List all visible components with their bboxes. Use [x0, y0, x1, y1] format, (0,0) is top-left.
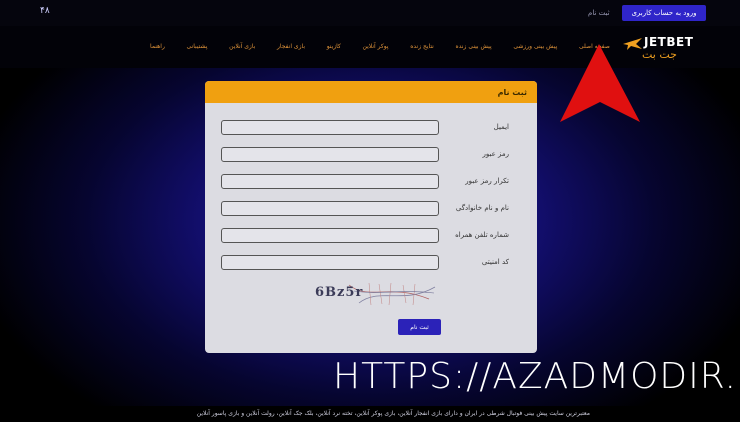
- confirm-password-row: تکرار رمز عبور: [205, 174, 537, 192]
- language-selector[interactable]: ۴۸: [40, 6, 50, 16]
- top-bar: ۴۸ ثبت نام ورود به حساب کاربری: [0, 0, 740, 26]
- nav-item-support[interactable]: پشتیبانی: [187, 43, 208, 55]
- full-name-field[interactable]: [221, 201, 439, 216]
- password-label: رمز عبور: [482, 150, 509, 158]
- nav-item-live-results[interactable]: نتایج زنده: [410, 43, 434, 55]
- register-link[interactable]: ثبت نام: [588, 9, 610, 17]
- email-field[interactable]: [221, 120, 439, 135]
- password-row: رمز عبور: [205, 147, 537, 165]
- footer-text: معتبرترین سایت پیش بینی فوتبال شرطی در ا…: [196, 410, 590, 417]
- nav-item-sports[interactable]: پیش بینی ورزشی: [513, 43, 557, 55]
- nav-item-online-games[interactable]: بازی آنلاین: [229, 43, 255, 55]
- confirm-password-field[interactable]: [221, 174, 439, 189]
- submit-button[interactable]: ثبت نام: [398, 319, 441, 335]
- full-name-label: نام و نام خانوادگی: [455, 204, 509, 212]
- nav-item-casino[interactable]: کازینو: [327, 43, 341, 55]
- security-code-field[interactable]: [221, 255, 439, 270]
- security-code-label: کد امنیتی: [481, 258, 509, 266]
- registration-form: ثبت نام ایمیل رمز عبور تکرار رمز عبور نا…: [205, 81, 537, 353]
- nav-item-poker[interactable]: پوکر آنلاین: [363, 43, 389, 55]
- captcha-text: 6Bz5r: [315, 285, 364, 300]
- phone-label: شماره تلفن همراه: [455, 231, 509, 239]
- security-code-row: کد امنیتی: [205, 255, 537, 273]
- watermark-url: HTTPS://AZADMODIR.I: [333, 356, 740, 397]
- nav-item-help[interactable]: راهنما: [150, 43, 165, 55]
- form-title: ثبت نام: [205, 81, 537, 103]
- email-row: ایمیل: [205, 120, 537, 138]
- logo-persian: جت بت: [642, 48, 677, 61]
- footer: معتبرترین سایت پیش بینی فوتبال شرطی در ا…: [0, 406, 740, 422]
- password-field[interactable]: [221, 147, 439, 162]
- nav-item-live-bet[interactable]: پیش بینی زنده: [456, 43, 492, 55]
- logo-latin: JETBET: [644, 35, 694, 49]
- full-name-row: نام و نام خانوادگی: [205, 201, 537, 219]
- login-button[interactable]: ورود به حساب کاربری: [622, 5, 706, 21]
- phone-row: شماره تلفن همراه: [205, 228, 537, 246]
- phone-field[interactable]: [221, 228, 439, 243]
- confirm-password-label: تکرار رمز عبور: [465, 177, 509, 185]
- main-nav: صفحه اصلی پیش بینی ورزشی پیش بینی زنده ن…: [150, 43, 610, 55]
- red-arrow-icon: [560, 44, 640, 122]
- email-label: ایمیل: [493, 123, 509, 131]
- nav-item-crash[interactable]: بازی انفجار: [277, 43, 305, 55]
- captcha-image: 6Bz5r: [309, 281, 437, 307]
